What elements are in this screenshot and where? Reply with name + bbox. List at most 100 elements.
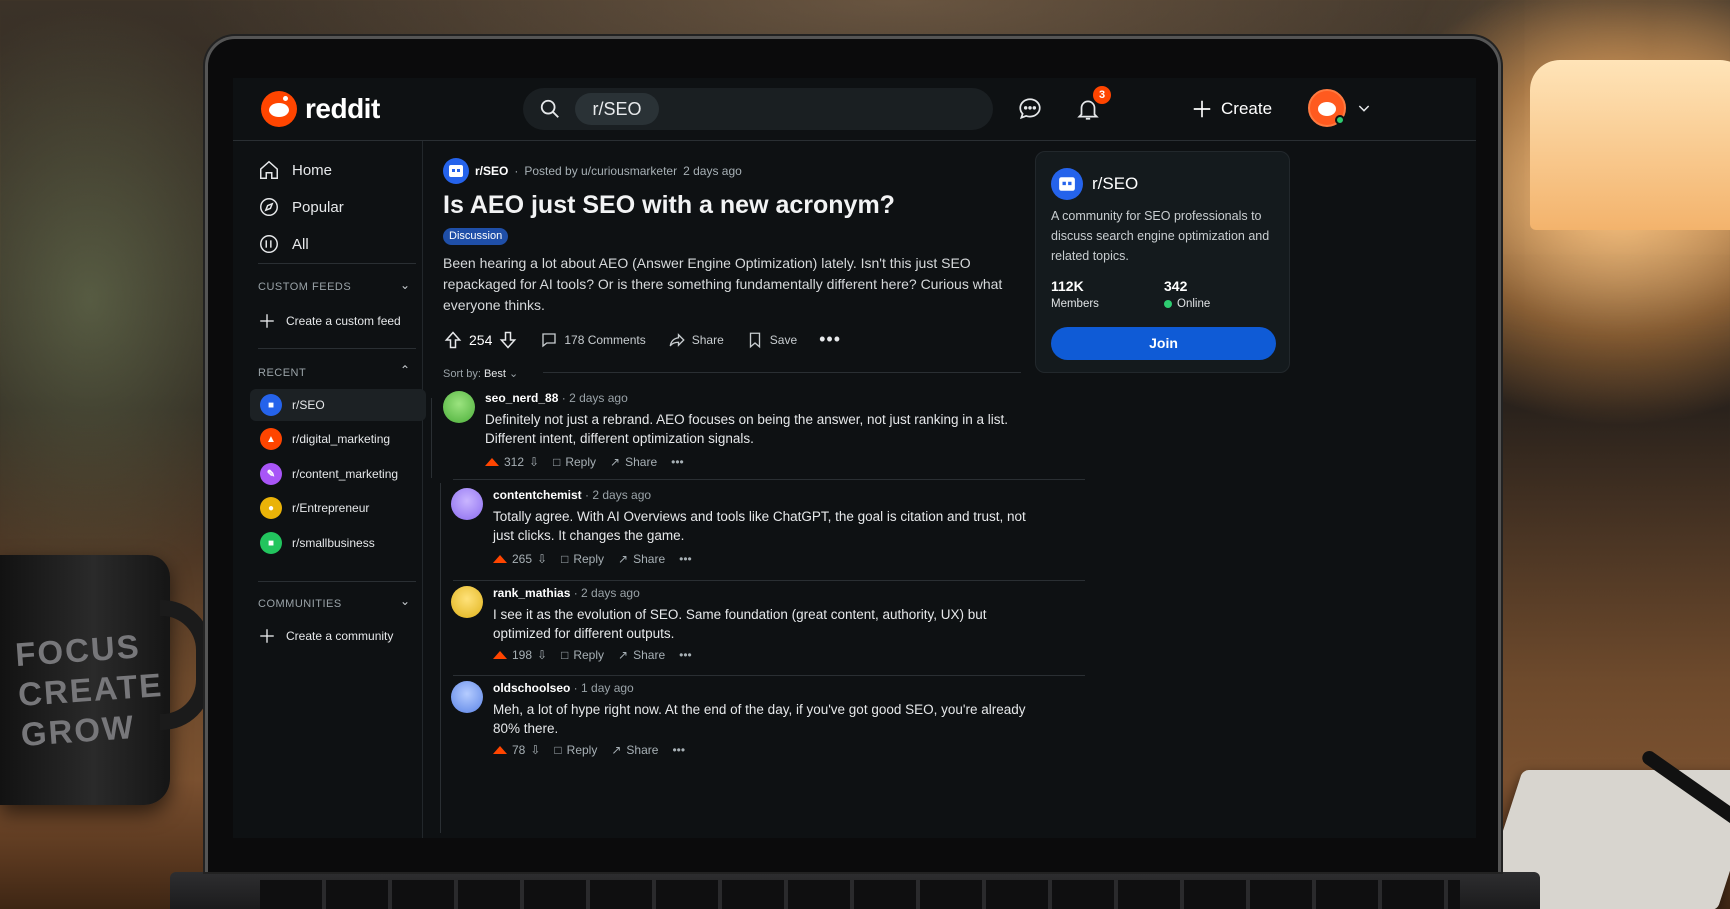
comment-avatar[interactable] [443,391,475,423]
post-body: Been hearing a lot about AEO (Answer Eng… [443,255,1003,313]
create-custom-feed-label: Create a custom feed [286,314,401,328]
recent-item-label: r/digital_marketing [292,432,391,446]
comment-body: Meh, a lot of hype right now. At the end… [493,702,1026,736]
upvote-icon[interactable] [485,458,499,466]
comment-avatar[interactable] [451,488,483,520]
share-button[interactable]: ↗ Share [618,552,665,566]
reply-button[interactable]: □ Reply [561,648,604,662]
subreddit-icon: ✎ [260,463,282,485]
downvote-icon[interactable] [498,330,518,350]
lamp-shade [1530,60,1730,230]
recent-item-seo[interactable]: ■ r/SEO [250,389,426,421]
subreddit-avatar[interactable] [1051,168,1083,200]
comment-header: rank_mathias · 2 days ago [493,586,640,600]
recent-item-content-marketing[interactable]: ✎ r/content_marketing [250,458,426,490]
divider [258,581,416,582]
more-options-icon[interactable]: ••• [679,648,692,662]
comment-author[interactable]: contentchemist [493,488,582,502]
reply-button[interactable]: □ Reply [553,455,596,469]
sidebar-item-home[interactable]: Home [258,159,332,181]
sort-value: Best [483,368,506,380]
search-scope-chip[interactable]: r/SEO [575,93,659,125]
chevron-down-icon[interactable]: ⌄ [400,278,410,292]
divider [258,348,416,349]
comment-author[interactable]: rank_mathias [493,586,570,600]
downvote-icon[interactable]: ⇩ [537,648,547,662]
user-menu[interactable] [1308,89,1372,127]
post-vote-count: 254 [469,331,493,348]
post-title[interactable]: Is AEO just SEO with a new acronym? [443,191,895,220]
chevron-down-icon[interactable]: ⌄ [400,594,410,608]
more-options-icon[interactable]: ••• [672,743,685,757]
subreddit-icon: ■ [260,532,282,554]
reply-label: Reply [573,648,605,662]
sort-control[interactable]: Sort by: Best ⌄ [443,367,518,380]
reply-button[interactable]: □ Reply [554,743,597,757]
more-options-icon[interactable]: ••• [671,455,684,469]
comment-header: contentchemist · 2 days ago [493,488,652,502]
upvote-icon[interactable] [493,555,507,563]
comment-vote-count: 265 [512,552,533,566]
subreddit-icon: ■ [260,394,282,416]
comment-icon: □ [554,743,562,757]
downvote-icon[interactable]: ⇩ [530,743,540,757]
subreddit-avatar[interactable] [443,158,469,184]
reddit-logo[interactable]: reddit [261,91,380,127]
create-custom-feed-button[interactable]: Create a custom feed [258,312,401,330]
create-button[interactable]: Create [1191,92,1272,126]
save-button[interactable]: Save [746,331,797,349]
notifications-button[interactable]: 3 [1071,86,1111,126]
share-button[interactable]: ↗ Share [618,648,665,662]
subreddit-icon: ● [260,497,282,519]
chevron-up-icon[interactable]: ⌃ [400,363,410,377]
downvote-icon[interactable]: ⇩ [529,455,539,469]
more-options-icon[interactable]: ••• [679,552,692,566]
join-button[interactable]: Join [1051,327,1276,360]
sidebar-item-all[interactable]: All [258,233,309,255]
comments-button[interactable]: 178 Comments [540,331,646,349]
upvote-icon[interactable] [493,651,507,659]
post-author[interactable]: Posted by u/curiousmarketer [524,164,677,178]
share-label: Share [633,648,666,662]
create-community-button[interactable]: Create a community [258,627,393,645]
post-actions: 254 178 Comments Share Save ••• [443,329,841,350]
post-meta: r/SEO · Posted by u/curiousmarketer 2 da… [443,158,742,184]
comment-avatar[interactable] [451,586,483,618]
more-options-icon[interactable]: ••• [819,329,841,350]
comment-vote-count: 198 [512,648,533,662]
comment-author[interactable]: seo_nerd_88 [485,391,558,405]
recent-item-label: r/Entrepreneur [292,501,370,515]
comment-actions: 198 ⇩ □ Reply ↗ Share ••• [493,648,692,662]
recent-item-label: r/SEO [292,398,325,412]
sidebar-item-label: Home [292,161,333,179]
chat-icon [1019,98,1041,120]
plus-icon [1193,100,1211,118]
share-button[interactable]: ↗ Share [611,743,658,757]
community-name[interactable]: r/SEO [1092,174,1138,194]
chat-button[interactable] [1013,92,1047,126]
comment-author[interactable]: oldschoolseo [493,681,570,695]
divider [543,372,1021,373]
recent-item-entrepreneur[interactable]: ● r/Entrepreneur [250,492,426,524]
upvote-icon[interactable] [493,746,507,754]
share-button[interactable]: Share [668,331,724,349]
laptop-keys [260,880,1460,909]
downvote-icon[interactable]: ⇩ [537,552,547,566]
reddit-snoo-icon [261,91,297,127]
reply-label: Reply [566,743,598,757]
share-icon: ↗ [610,455,621,469]
search-bar[interactable]: r/SEO [523,88,993,130]
recent-item-digital-marketing[interactable]: ▲ r/digital_marketing [250,423,426,455]
post-subreddit-link[interactable]: r/SEO [475,164,508,178]
upvote-icon[interactable] [443,330,463,350]
left-sidebar: Home Popular All CUSTOM FEEDS ⌄ Create a… [233,141,426,838]
thread-line [431,398,432,478]
comment-avatar[interactable] [451,681,483,713]
sidebar-item-popular[interactable]: Popular [258,196,344,218]
share-button[interactable]: ↗ Share [610,455,657,469]
reply-button[interactable]: □ Reply [561,552,604,566]
post-flair[interactable]: Discussion [443,228,509,245]
recent-item-smallbusiness[interactable]: ■ r/smallbusiness [250,527,426,559]
comment-vote-count: 78 [512,743,526,757]
community-info-card: r/SEO A community for SEO professionals … [1035,151,1290,373]
